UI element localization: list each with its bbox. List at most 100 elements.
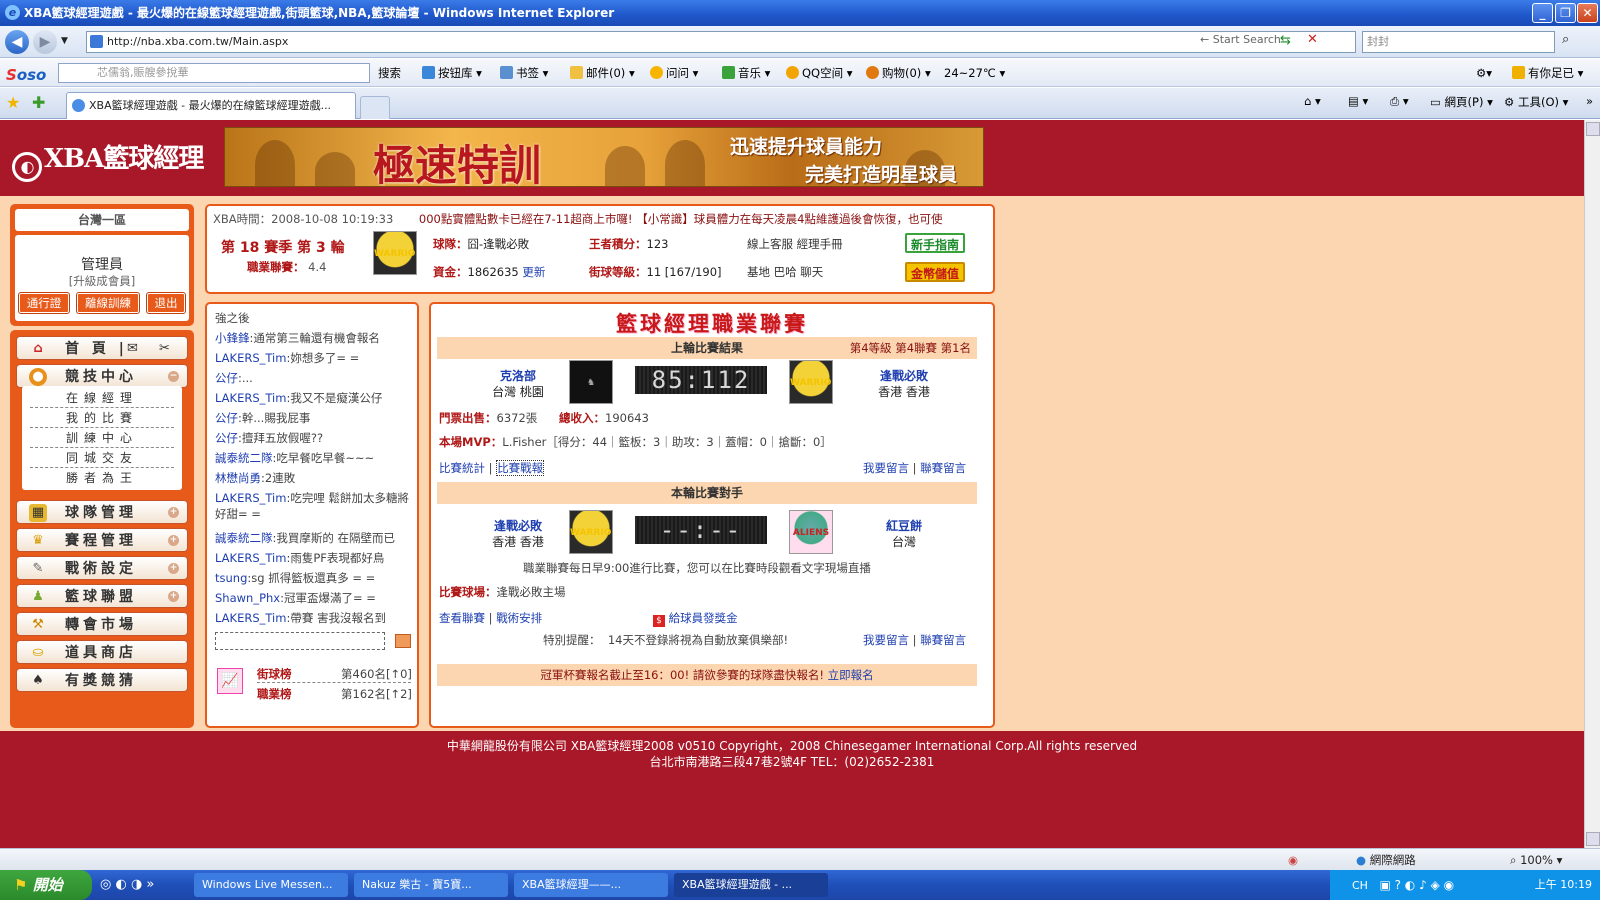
menu-transfer[interactable]: ⚒ 轉會市場: [16, 612, 188, 636]
forward-arrow-icon[interactable]: ▶: [33, 30, 57, 54]
search-icon[interactable]: ⌕: [1562, 32, 1569, 47]
team-logo-warriors[interactable]: WARRIORS: [569, 510, 613, 554]
toolbar-mail[interactable]: 邮件(0) ▾: [570, 59, 635, 87]
chat-username[interactable]: 林懋尚勇: [215, 471, 261, 485]
menu-schedule[interactable]: ♛ 賽程管理 +: [16, 528, 188, 552]
search-input[interactable]: 封封: [1362, 31, 1555, 53]
refresh-icon[interactable]: ⇆: [1280, 33, 1291, 48]
toolbar-music[interactable]: 音乐 ▾: [722, 59, 770, 87]
toolbar-ask[interactable]: 问问 ▾: [650, 59, 698, 87]
toolbar-right-item[interactable]: 有你足已 ▾: [1512, 59, 1583, 87]
team-logo-warriors[interactable]: WARRIORS: [373, 231, 417, 275]
next-away-team[interactable]: 紅豆餅 台灣: [859, 518, 949, 550]
chat-username[interactable]: LAKERS_Tim: [215, 391, 286, 405]
toolbar-shopping[interactable]: 购物(0) ▾: [866, 59, 931, 87]
soso-search-input[interactable]: 芯儒翁,賑艘參挩華: [58, 63, 370, 83]
start-button[interactable]: ⚑ 開始: [0, 870, 92, 900]
taskbar-item-nakuz[interactable]: Nakuz 樂古 - 寶5寶...: [354, 873, 508, 897]
page-menu[interactable]: ▭ 網頁(P) ▾: [1430, 94, 1493, 110]
menu-league[interactable]: ♟ 籃球聯盟 +: [16, 584, 188, 608]
quick-launch-icons[interactable]: ◎ ◐ ◑ »: [100, 870, 154, 900]
menu-home[interactable]: ⌂ 首 頁 | ✉ ✂: [16, 336, 188, 360]
chat-username[interactable]: LAKERS_Tim: [215, 551, 286, 565]
taskbar-item-messenger[interactable]: Windows Live Messen...: [194, 873, 348, 897]
toolbar-settings-icon[interactable]: ⚙▾: [1476, 59, 1492, 87]
soso-search-button[interactable]: 搜索: [378, 59, 401, 87]
favorites-star-icon[interactable]: ★: [6, 93, 20, 112]
chevron-more-icon[interactable]: »: [1586, 94, 1593, 108]
service-links[interactable]: 線上客服 經理手冊: [747, 236, 843, 252]
maximize-button[interactable]: ❐: [1555, 3, 1576, 23]
report-link[interactable]: 比賽戰報: [496, 460, 545, 476]
exit-button[interactable]: 退出: [146, 292, 186, 314]
tab-xba[interactable]: XBA籃球經理遊戲 - 最火爆的在線籃球經理遊戲...: [66, 92, 356, 119]
view-league-link[interactable]: 查看聯賽: [439, 611, 485, 625]
submenu-training[interactable]: 訓練中心: [30, 429, 174, 448]
toolbar-bookmarks[interactable]: 书签 ▾: [500, 59, 548, 87]
passport-button[interactable]: 通行證: [18, 292, 70, 314]
chat-username[interactable]: 誠泰統二隊: [215, 531, 273, 545]
team-logo-aliens[interactable]: ALIENS: [789, 510, 833, 554]
chat-username[interactable]: 誠泰統二隊: [215, 451, 273, 465]
tray-icons[interactable]: ▣ ? ◐ ♪ ◈ ◉: [1379, 878, 1454, 892]
submenu-my-matches[interactable]: 我的比賽: [30, 409, 174, 428]
chat-username[interactable]: LAKERS_Tim: [215, 611, 286, 625]
tactics-link[interactable]: 戰術安排: [496, 611, 542, 625]
zoom-level[interactable]: ⌕ 100% ▾: [1510, 849, 1562, 871]
chat-username[interactable]: 小鋒鋒: [215, 331, 250, 345]
address-input[interactable]: http://nba.xba.com.tw/Main.aspx: [86, 31, 1356, 53]
chat-username[interactable]: Shawn_Phx: [215, 591, 280, 605]
chat-username[interactable]: tsung: [215, 571, 247, 585]
register-now-link[interactable]: 立即報名: [828, 668, 874, 682]
upgrade-link[interactable]: [升級成會員]: [15, 273, 189, 289]
next-home-team[interactable]: 逢戰必敗 香港 香港: [473, 518, 563, 550]
submenu-winner[interactable]: 勝者為王: [30, 469, 174, 488]
privacy-icon[interactable]: ◉: [1288, 849, 1298, 871]
league-message-link-2[interactable]: 聯賽留言: [920, 633, 966, 647]
menu-competition[interactable]: ● 競技中心 −: [16, 364, 188, 388]
team-logo-warriors[interactable]: WARRIORS: [789, 360, 833, 404]
toolbar-weather[interactable]: 24~27℃ ▾: [944, 59, 1005, 87]
toolbar-buttons-lib[interactable]: 按钮库 ▾: [422, 59, 482, 87]
home-team[interactable]: 克洛部 台灣 桃園: [473, 368, 563, 400]
submenu-friends[interactable]: 同城交友: [30, 449, 174, 468]
tools-menu[interactable]: ⚙ 工具(O) ▾: [1504, 94, 1568, 110]
leave-message-link-2[interactable]: 我要留言: [863, 633, 909, 647]
chat-username[interactable]: 公仔: [215, 371, 238, 385]
chat-username[interactable]: 公仔: [215, 431, 238, 445]
rss-feed-icon[interactable]: ▤ ▾: [1348, 94, 1368, 108]
away-team[interactable]: 逢戰必敗 香港 香港: [859, 368, 949, 400]
xba-logo[interactable]: ◐ XBA籃球經理: [12, 138, 204, 182]
start-search-label[interactable]: ← Start Search: [1200, 33, 1281, 46]
refresh-link[interactable]: 更新: [522, 265, 545, 279]
new-tab-button[interactable]: [360, 96, 390, 119]
print-icon[interactable]: ⎙ ▾: [1390, 94, 1409, 109]
leave-message-link[interactable]: 我要留言: [863, 461, 909, 475]
taskbar-item-xba1[interactable]: XBA籃球經理——...: [514, 873, 668, 897]
toolbar-qzone[interactable]: QQ空间 ▾: [786, 59, 853, 87]
promo-banner[interactable]: 極速特訓 迅速提升球員能力 完美打造明星球員: [224, 127, 984, 187]
gold-topup-button[interactable]: 金幣儲值: [905, 262, 965, 282]
pro-rank-label[interactable]: 職業榜: [257, 686, 292, 702]
close-button[interactable]: ✕: [1577, 3, 1598, 23]
home-icon[interactable]: ⌂ ▾: [1304, 94, 1321, 108]
news-marquee[interactable]: 000點實體點數卡已經在7-11超商上市囉! 【小常識】球員體力在每天凌晨4點維…: [419, 212, 943, 226]
history-dropdown-icon[interactable]: ▼: [61, 36, 68, 46]
chat-username[interactable]: 公仔: [215, 411, 238, 425]
menu-shop[interactable]: ⛀ 道具商店: [16, 640, 188, 664]
language-indicator[interactable]: CH: [1352, 879, 1368, 892]
street-rank-label[interactable]: 街球榜: [257, 666, 292, 682]
submenu-online-manager[interactable]: 在線經理: [30, 389, 174, 408]
chat-input[interactable]: [215, 632, 385, 650]
back-arrow-icon[interactable]: ◀: [5, 30, 29, 54]
page-scrollbar[interactable]: [1584, 120, 1600, 848]
menu-lottery[interactable]: ♠ 有獎競猜: [16, 668, 188, 692]
chat-send-button[interactable]: [395, 634, 411, 648]
chat-username[interactable]: LAKERS_Tim: [215, 351, 286, 365]
chat-username[interactable]: LAKERS_Tim: [215, 491, 286, 505]
base-links[interactable]: 基地 巴哈 聊天: [747, 264, 823, 280]
stats-link[interactable]: 比賽統計: [439, 461, 485, 475]
add-favorite-icon[interactable]: ✚: [32, 93, 45, 112]
stop-icon[interactable]: ✕: [1307, 32, 1318, 47]
league-message-link[interactable]: 聯賽留言: [920, 461, 966, 475]
